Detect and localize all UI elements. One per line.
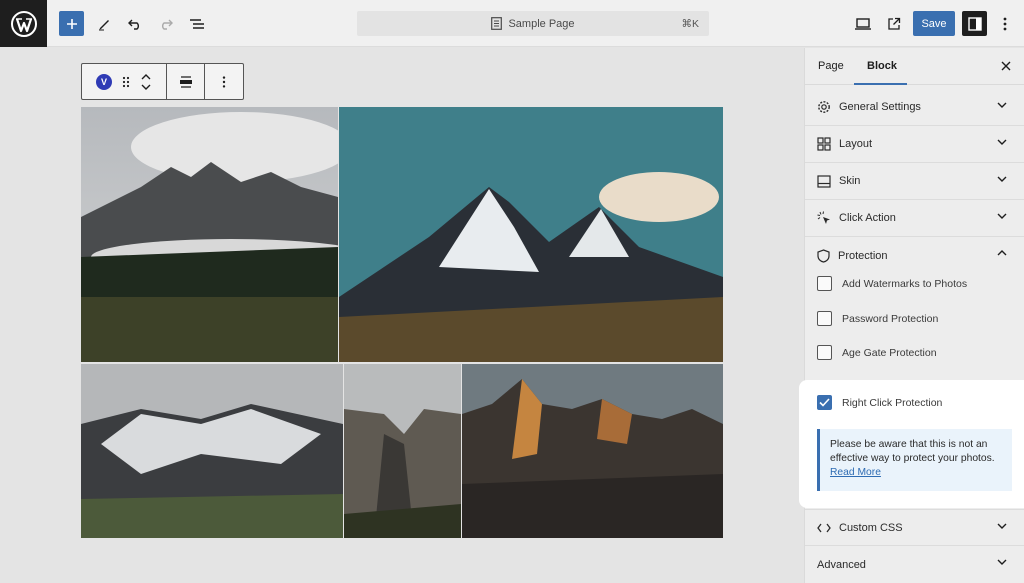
more-vertical-icon (223, 75, 226, 88)
settings-toggle-button[interactable] (962, 11, 987, 36)
block-switcher-group: V (82, 64, 167, 99)
panel-label: Click Action (839, 212, 896, 224)
block-toolbar: V (81, 63, 244, 100)
gear-icon (818, 101, 830, 113)
option-password-protection[interactable]: Password Protection (817, 311, 938, 326)
preview-button[interactable] (853, 11, 873, 36)
pencil-icon (99, 19, 109, 30)
chevron-down-icon (997, 102, 1007, 108)
document-overview-button[interactable] (187, 11, 207, 36)
chevron-up-icon (997, 250, 1007, 256)
view-page-button[interactable] (884, 11, 904, 36)
align-center-icon (179, 75, 192, 88)
option-label: Right Click Protection (842, 396, 943, 409)
chevron-down-icon (997, 559, 1007, 565)
right-click-checkbox[interactable] (817, 395, 832, 410)
document-title: Sample Page (508, 17, 575, 30)
editor-top-bar: Sample Page ⌘K Save (0, 0, 1024, 47)
panel-label: Custom CSS (839, 521, 903, 534)
chevron-down-icon (997, 523, 1007, 529)
save-button[interactable]: Save (913, 11, 955, 36)
wordpress-logo-icon[interactable] (0, 0, 47, 47)
checkmark-icon (819, 398, 830, 407)
chevron-down-icon (997, 139, 1007, 145)
more-vertical-icon (1003, 17, 1007, 30)
options-menu-button[interactable] (997, 11, 1013, 36)
chevron-down-icon (997, 213, 1007, 219)
panel-label: Protection (838, 249, 888, 262)
command-palette-bar[interactable]: Sample Page ⌘K (357, 11, 709, 36)
gallery-photo-4[interactable] (344, 364, 461, 538)
option-age-gate[interactable]: Age Gate Protection (817, 345, 937, 360)
panel-label: General Settings (839, 101, 921, 113)
skin-icon (817, 174, 831, 188)
password-checkbox[interactable] (817, 311, 832, 326)
block-options-button[interactable] (205, 64, 243, 99)
panel-general-settings[interactable]: General Settings (805, 89, 1024, 126)
panel-protection[interactable]: Protection (805, 237, 1024, 274)
option-label: Age Gate Protection (842, 346, 937, 359)
redo-button[interactable] (156, 11, 176, 36)
list-view-icon (190, 18, 204, 29)
shield-icon (817, 248, 830, 263)
block-type-badge[interactable]: V (95, 73, 112, 90)
option-label: Password Protection (842, 312, 939, 325)
panel-click-action[interactable]: Click Action (805, 200, 1024, 237)
panel-custom-css[interactable]: Custom CSS (805, 509, 1024, 546)
move-up-down-icon[interactable] (140, 72, 152, 92)
gallery-photo-1[interactable] (81, 107, 338, 362)
drag-handle-icon[interactable] (122, 76, 130, 88)
protection-notice: Please be aware that this is not an effe… (817, 429, 1012, 491)
gallery-photo-3[interactable] (81, 364, 343, 538)
sidebar-tabs: Page Block (805, 48, 1024, 85)
tab-page[interactable]: Page (818, 60, 844, 72)
chevron-down-icon (997, 176, 1007, 182)
watermark-checkbox[interactable] (817, 276, 832, 291)
code-icon (817, 523, 831, 532)
add-block-button[interactable] (59, 11, 84, 36)
keyboard-shortcut: ⌘K (681, 17, 699, 30)
align-button[interactable] (167, 64, 206, 99)
tab-block[interactable]: Block (867, 60, 897, 72)
panel-label: Skin (839, 175, 861, 187)
active-tab-indicator (854, 83, 907, 85)
redo-icon (162, 19, 173, 30)
panel-label: Advanced (817, 558, 866, 571)
undo-icon (128, 19, 139, 30)
external-link-icon (888, 17, 901, 30)
tools-button[interactable] (94, 11, 114, 36)
panel-label: Layout (839, 138, 873, 150)
option-right-click-protection[interactable]: Right Click Protection (817, 395, 942, 410)
close-icon[interactable] (1001, 61, 1011, 71)
option-add-watermarks[interactable]: Add Watermarks to Photos (817, 276, 967, 291)
gallery-photo-5[interactable] (462, 364, 723, 538)
desktop-icon (855, 17, 871, 30)
gallery-photo-2[interactable] (339, 107, 723, 362)
panel-advanced[interactable]: Advanced (805, 546, 1024, 583)
age-gate-checkbox[interactable] (817, 345, 832, 360)
read-more-link[interactable]: Read More (830, 467, 881, 478)
sidebar-icon (967, 16, 982, 31)
click-icon (817, 211, 830, 224)
plus-icon (66, 18, 77, 29)
option-label: Add Watermarks to Photos (842, 277, 968, 290)
notice-text: Please be aware that this is not an effe… (830, 439, 995, 464)
panel-layout[interactable]: Layout (805, 126, 1024, 163)
page-icon (491, 17, 503, 30)
panel-skin[interactable]: Skin (805, 163, 1024, 200)
undo-button[interactable] (125, 11, 145, 36)
layout-grid-icon (817, 137, 831, 151)
